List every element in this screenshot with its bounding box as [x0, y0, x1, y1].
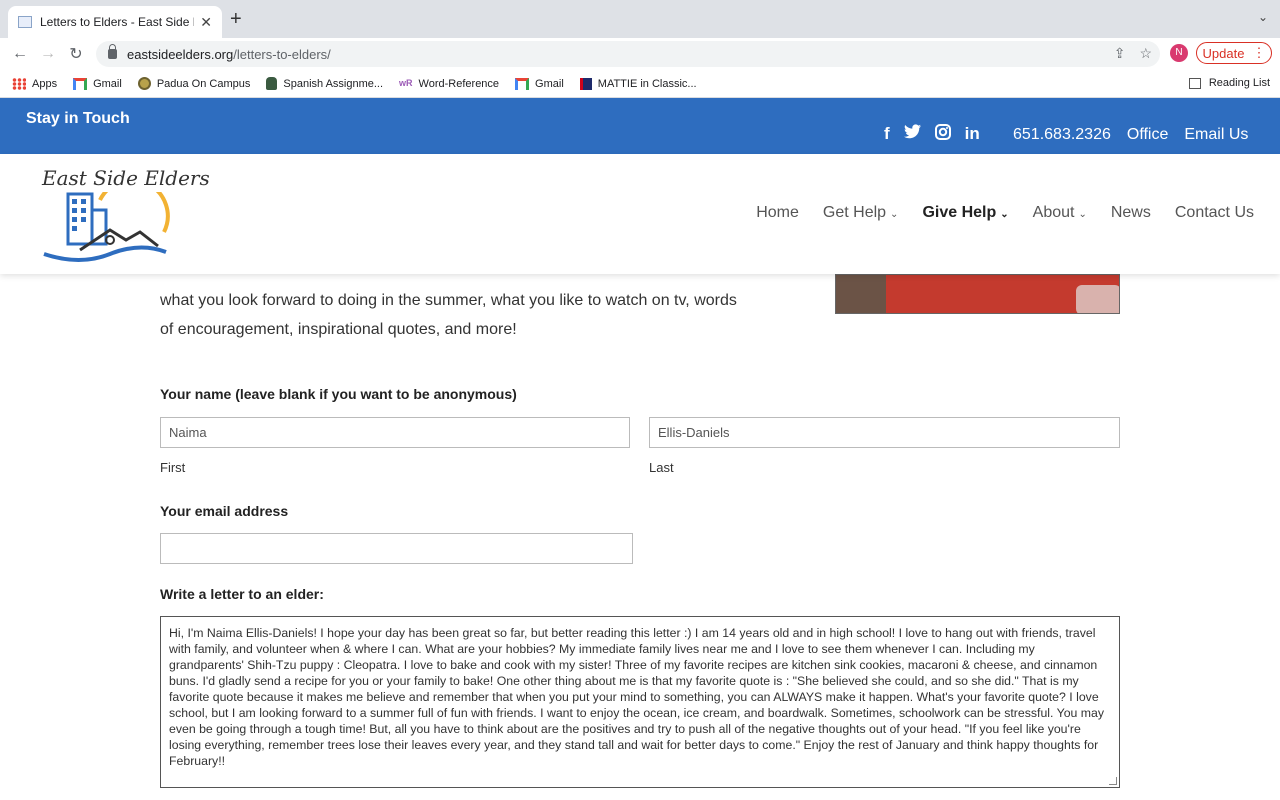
- phone-link[interactable]: 651.683.2326: [1013, 126, 1111, 144]
- site-favicon-icon: [18, 16, 32, 28]
- last-sublabel: Last: [649, 460, 674, 475]
- letter-textarea[interactable]: Hi, I'm Naima Ellis-Daniels! I hope your…: [160, 616, 1120, 788]
- gmail-icon: [73, 77, 88, 90]
- profile-avatar[interactable]: N: [1170, 44, 1188, 62]
- twitter-icon[interactable]: [903, 124, 921, 145]
- chevron-down-icon: ⌄: [890, 209, 899, 220]
- bookmark-padua[interactable]: Padua On Campus: [137, 77, 250, 90]
- instagram-icon[interactable]: [934, 124, 951, 145]
- linkedin-icon[interactable]: in: [965, 124, 980, 145]
- url-path: /letters-to-elders/: [233, 46, 331, 62]
- email-input[interactable]: [160, 533, 633, 564]
- new-tab-icon[interactable]: +: [230, 8, 242, 31]
- nav-give-help[interactable]: Give Help ⌄: [922, 204, 1008, 222]
- mattie-icon: [579, 77, 592, 90]
- lock-icon: [108, 44, 117, 59]
- browser-toolbar: ← → ↻ eastsideelders.org/letters-to-elde…: [0, 38, 1280, 70]
- url-host: eastsideelders.org: [127, 46, 234, 62]
- chevron-down-icon: ⌄: [1000, 209, 1009, 220]
- reload-icon[interactable]: ↻: [62, 44, 90, 64]
- bookmark-wordreference[interactable]: wR Word-Reference: [399, 78, 499, 90]
- nav-contact-us[interactable]: Contact Us: [1175, 204, 1254, 222]
- site-header: East Side Elders Home Get Help ⌄ Give Hel…: [0, 154, 1280, 274]
- email-label: Your email address: [160, 503, 289, 519]
- bookmark-apps[interactable]: Apps: [12, 77, 57, 90]
- resize-handle-icon[interactable]: [1109, 777, 1117, 785]
- apps-grid-icon: [12, 77, 26, 90]
- letter-text: Hi, I'm Naima Ellis-Daniels! I hope your…: [169, 626, 1105, 768]
- main-content: what you look forward to doing in the su…: [0, 274, 1280, 800]
- intro-text: what you look forward to doing in the su…: [160, 292, 737, 338]
- logo-text[interactable]: East Side Elders: [42, 166, 210, 190]
- contact-links: 651.683.2326 Office Email Us: [1013, 126, 1248, 144]
- padua-icon: [137, 77, 151, 90]
- first-sublabel: First: [160, 460, 186, 475]
- last-name-input[interactable]: Ellis-Daniels: [649, 417, 1120, 448]
- back-arrow-icon[interactable]: ←: [6, 45, 34, 63]
- email-us-link[interactable]: Email Us: [1184, 126, 1248, 144]
- gmail-icon: [515, 77, 530, 90]
- bookmark-spanish[interactable]: Spanish Assignme...: [266, 77, 383, 90]
- browser-tab[interactable]: Letters to Elders - East Side El ✕: [8, 6, 222, 38]
- bookmark-gmail-2[interactable]: Gmail: [515, 77, 564, 90]
- bookmarks-bar: Apps Gmail Padua On Campus Spanish Assig…: [0, 70, 1280, 98]
- logo-buildings-icon[interactable]: [40, 192, 170, 264]
- bookmark-gmail[interactable]: Gmail: [73, 77, 122, 90]
- address-bar[interactable]: eastsideelders.org/letters-to-elders/ ⇪ …: [96, 41, 1160, 67]
- nav-get-help[interactable]: Get Help ⌄: [823, 204, 899, 222]
- social-links: f in: [884, 124, 980, 145]
- close-tab-icon[interactable]: ✕: [200, 14, 212, 31]
- stay-in-touch-link[interactable]: Stay in Touch: [26, 110, 130, 128]
- browser-tabstrip: Letters to Elders - East Side El ✕ + ⌄: [0, 0, 1280, 38]
- update-label: Update: [1202, 45, 1245, 61]
- chevron-down-icon: ⌄: [1078, 209, 1087, 220]
- main-nav: Home Get Help ⌄ Give Help ⌄ About ⌄ News Co…: [756, 204, 1254, 222]
- reading-list-icon: [1188, 77, 1201, 89]
- owl-icon: [266, 77, 278, 90]
- reading-list-button[interactable]: Reading List: [1188, 77, 1270, 89]
- nav-news[interactable]: News: [1111, 204, 1151, 222]
- letter-label: Write a letter to an elder:: [160, 586, 324, 602]
- office-link[interactable]: Office: [1127, 126, 1169, 144]
- menu-dots-icon: ⋮: [1252, 45, 1266, 60]
- tab-search-chevron-icon[interactable]: ⌄: [1258, 10, 1268, 24]
- bookmark-mattie[interactable]: MATTIE in Classic...: [579, 77, 697, 90]
- nav-home[interactable]: Home: [756, 204, 799, 222]
- wordreference-icon: wR: [399, 77, 413, 88]
- facebook-icon[interactable]: f: [884, 124, 890, 145]
- site-topbar: Stay in Touch f in 651.683.2326 Office E…: [0, 98, 1280, 154]
- share-icon[interactable]: ⇪: [1114, 45, 1126, 62]
- name-label: Your name (leave blank if you want to be…: [160, 386, 517, 402]
- tab-title: Letters to Elders - East Side El: [40, 15, 195, 29]
- update-button[interactable]: Update ⋮: [1196, 42, 1272, 64]
- bookmark-star-icon[interactable]: ☆: [1139, 45, 1152, 62]
- forward-arrow-icon[interactable]: →: [34, 45, 62, 63]
- nav-about[interactable]: About ⌄: [1033, 204, 1087, 222]
- elder-photo: [835, 274, 1120, 314]
- first-name-input[interactable]: Naima: [160, 417, 630, 448]
